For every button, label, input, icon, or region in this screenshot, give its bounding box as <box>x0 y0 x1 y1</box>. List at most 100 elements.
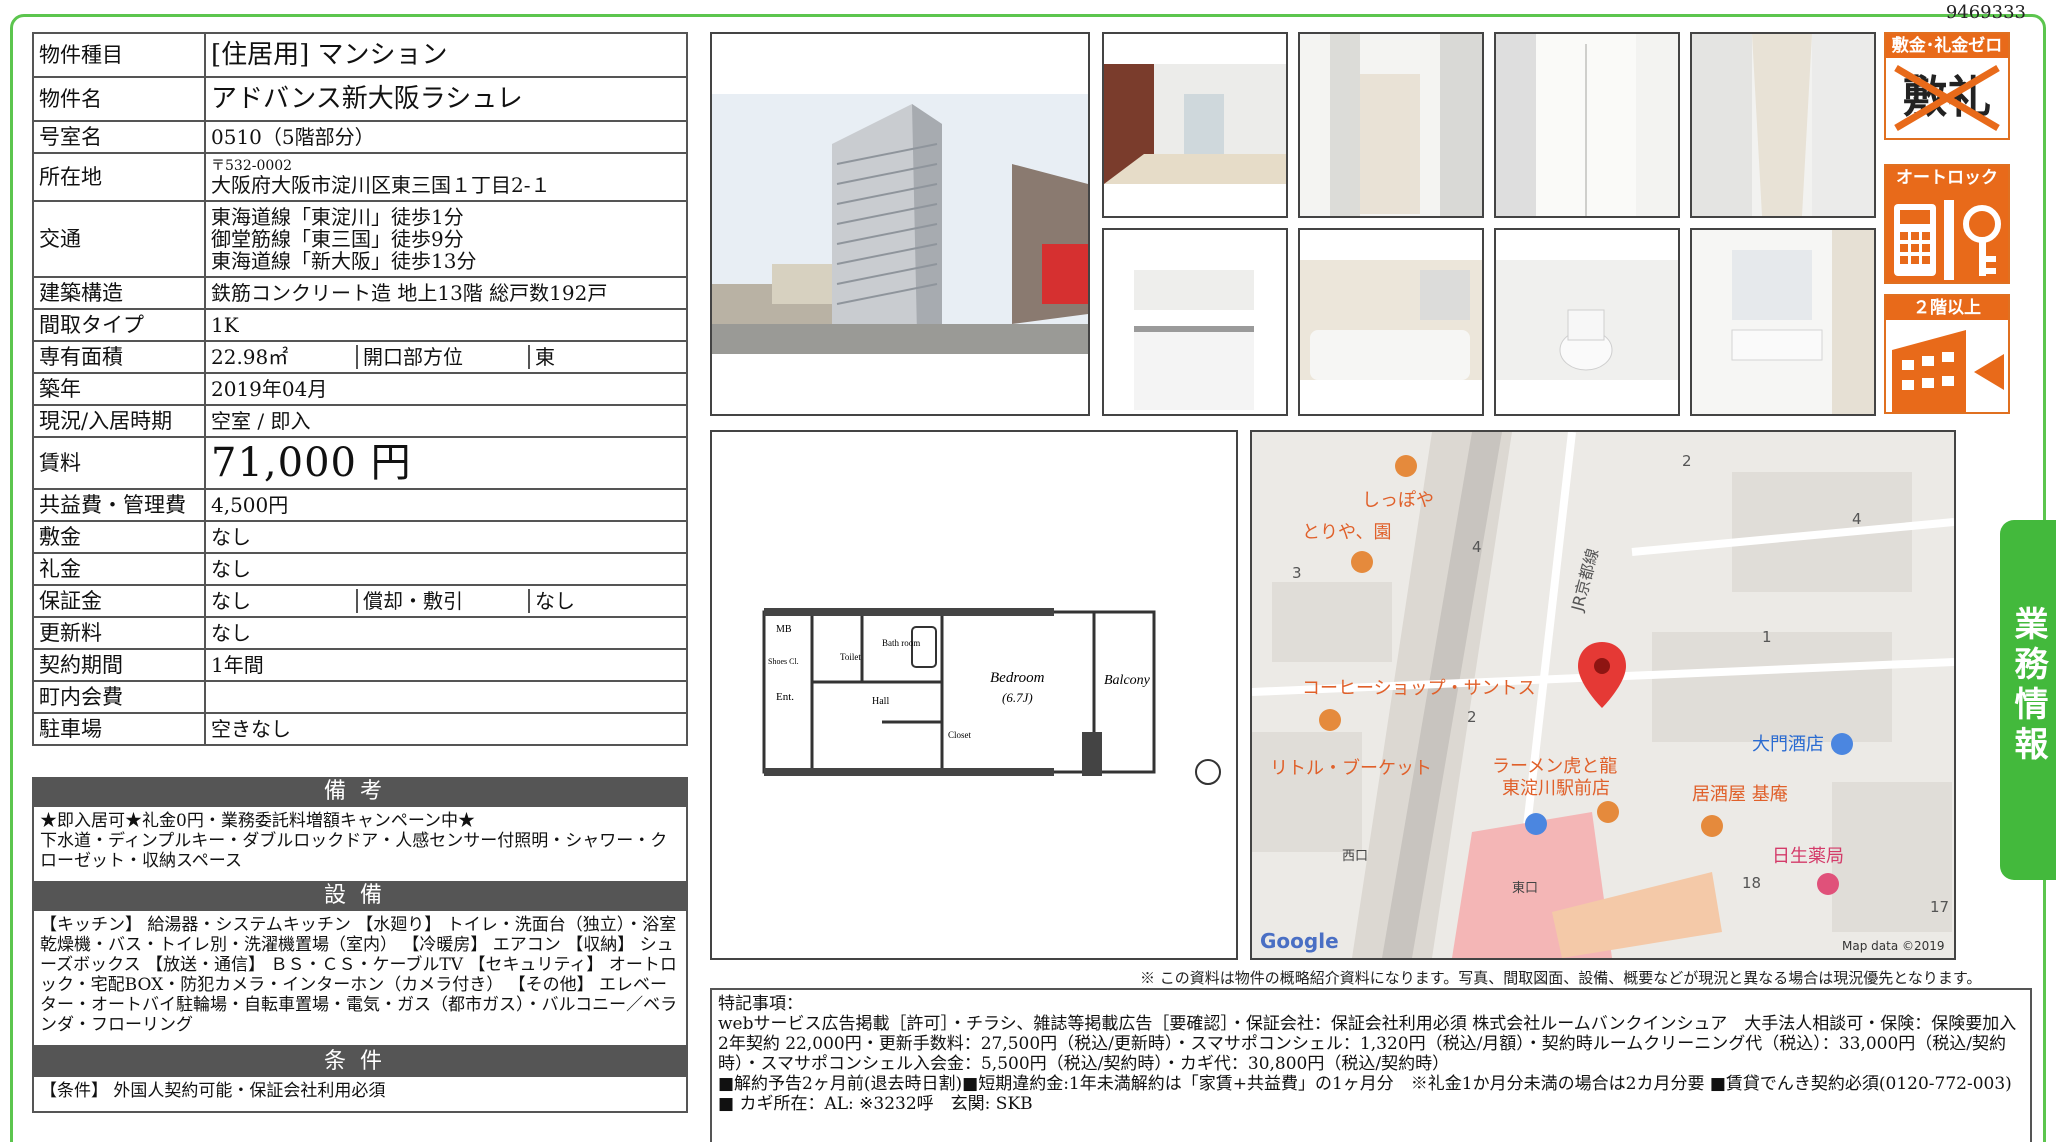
restaurant-icon <box>1597 801 1619 823</box>
room-photo-4 <box>1690 32 1876 218</box>
room-photo-2 <box>1298 32 1484 218</box>
value-access: 東海道線「東淀川」徒歩1分 御堂筋線「東三国」徒歩9分 東海道線「新大阪」徒歩1… <box>204 200 688 278</box>
badge-no-deposit-title: 敷金･礼金ゼロ <box>1886 34 2008 58</box>
building-image <box>712 34 1088 414</box>
bikou-text: ★即入居可★礼金0円・業務委託料増額キャンペーン中★ 下水道・ディンプルキー・ダ… <box>32 807 688 883</box>
value-address: 大阪府大阪市淀川区東三国１丁目2-１ <box>211 172 551 197</box>
value-town-fee <box>204 680 688 714</box>
restaurant-icon <box>1395 455 1417 477</box>
value-rent: 71,000 円 <box>204 436 688 490</box>
map-label-west: 西口 <box>1342 849 1368 864</box>
room-image <box>1300 230 1482 414</box>
label-name: 物件名 <box>32 76 206 122</box>
label-access: 交通 <box>32 200 206 278</box>
map-label-shippoya: しっぽや <box>1362 490 1434 511</box>
jouken-header: 条件 <box>32 1047 688 1077</box>
postal-code: 〒532-0002 <box>211 157 293 174</box>
label-layout: 間取タイプ <box>32 308 206 342</box>
business-info-tab[interactable]: 業務情報 <box>2000 520 2056 880</box>
label-built: 築年 <box>32 372 206 406</box>
value-type: [住居用] マンション <box>204 32 688 78</box>
value-deposit: なし <box>204 520 688 554</box>
special-remarks: 特記事項： webサービス広告掲載［許可］・チラシ、雑誌等掲載広告［要確認］・保… <box>710 988 2032 1142</box>
jouken-text: 【条件】 外国人契約可能・保証会社利用必須 <box>32 1077 688 1113</box>
business-info-tab-label: 業務情報 <box>2008 606 2048 766</box>
room-photo-3 <box>1494 32 1680 218</box>
label-address: 所在地 <box>32 152 206 202</box>
map-number: 18 <box>1742 874 1761 892</box>
parking-icon <box>1525 813 1547 835</box>
value-guarantee: なし <box>211 589 251 613</box>
label-direction: 開口部方位 <box>356 345 529 369</box>
remarks-line: ■解約予告2ヶ月前(退去時日割)■短期違約金:1年未満解約は「家賃+共益費」の1… <box>718 1074 2012 1094</box>
pharmacy-icon <box>1817 873 1839 895</box>
access-line: 御堂筋線「東三国」徒歩9分 <box>211 227 464 251</box>
label-key-money: 礼金 <box>32 552 206 586</box>
floor-plan-drawing: MB Shoes Cl. Toilet Bath room Ent. Hall … <box>712 432 1236 958</box>
label-town-fee: 町内会費 <box>32 680 206 714</box>
map-label-ramen: ラーメン虎と龍 <box>1492 756 1617 777</box>
map-number: 1 <box>1762 628 1772 646</box>
label-status: 現況/入居時期 <box>32 404 206 438</box>
label-area: 専有面積 <box>32 340 206 374</box>
map-drawing: しっぽや とりや、園 コーヒーショップ・サントス リトル・ブーケット ラーメン虎… <box>1252 432 1954 958</box>
room-image <box>1692 34 1874 216</box>
property-table: 物件種目 [住居用] マンション 物件名 アドバンス新大阪ラシュレ 号室名 0510（… <box>32 32 688 746</box>
remarks-line: webサービス広告掲載［許可］・チラシ、雑誌等掲載広告［要確認］・保証会社：保証… <box>718 1014 2017 1074</box>
map-label-little: リトル・ブーケット <box>1270 757 1432 779</box>
label-deposit: 敷金 <box>32 520 206 554</box>
label-type: 物件種目 <box>32 32 206 78</box>
value-room: 0510（5階部分） <box>204 120 688 154</box>
label-guarantee: 保証金 <box>32 584 206 618</box>
fp-hall: Hall <box>872 696 889 707</box>
label-fee: 共益費・管理費 <box>32 488 206 522</box>
room-image <box>1692 230 1874 414</box>
fp-ent: Ent. <box>776 691 794 703</box>
setsubi-text: 【キッチン】 給湯器・システムキッチン 【水廻り】 トイレ・洗面台（独立）・浴室… <box>32 911 688 1047</box>
badge-autolock: オートロック <box>1884 164 2010 284</box>
fp-mb: MB <box>776 624 792 635</box>
map-label-toriya: とりや、園 <box>1302 522 1391 543</box>
value-key-money: なし <box>204 552 688 586</box>
map-label-nissei: 日生薬局 <box>1772 846 1844 867</box>
badge-no-deposit: 敷金･礼金ゼロ 敷礼 <box>1884 32 2010 140</box>
building-floor-icon <box>1886 320 2008 412</box>
map-label-daimon: 大門酒店 <box>1752 734 1824 755</box>
map-number: 4 <box>1472 538 1482 556</box>
map-label-izakaya: 居酒屋 基庵 <box>1692 784 1788 805</box>
label-amortization: 償却・敷引 <box>356 589 529 613</box>
floor-plan: MB Shoes Cl. Toilet Bath room Ent. Hall … <box>710 430 1238 960</box>
room-image <box>1496 34 1678 216</box>
label-parking: 駐車場 <box>32 712 206 746</box>
room-image <box>1300 34 1482 216</box>
room-photo-7 <box>1494 228 1680 416</box>
cross-icon <box>1894 64 2000 132</box>
value-parking: 空きなし <box>204 712 688 746</box>
remarks-line: ■ カギ所在：AL: ※3232呼 玄関: SKB <box>718 1094 1033 1114</box>
fp-closet: Closet <box>948 730 972 740</box>
map-credit: Map data ©2019 <box>1842 939 1945 953</box>
access-line: 東海道線「東淀川」徒歩1分 <box>211 205 464 229</box>
label-rent: 賃料 <box>32 436 206 490</box>
access-line: 東海道線「新大阪」徒歩13分 <box>211 249 477 273</box>
room-image <box>1104 34 1286 216</box>
room-photo-1 <box>1102 32 1288 218</box>
room-image <box>1104 230 1286 414</box>
badge-autolock-title: オートロック <box>1886 166 2008 190</box>
map-label-east: 東口 <box>1512 880 1538 896</box>
document-id: 9469333 <box>1945 2 2026 23</box>
restaurant-icon <box>1351 551 1373 573</box>
fp-toilet: Toilet <box>840 652 861 662</box>
cafe-icon <box>1319 709 1341 731</box>
label-renewal: 更新料 <box>32 616 206 650</box>
value-period: 1年間 <box>204 648 688 682</box>
map-number: 4 <box>1852 510 1862 528</box>
value-status: 空室 / 即入 <box>204 404 688 438</box>
setsubi-header: 設備 <box>32 881 688 911</box>
room-image <box>1496 230 1678 414</box>
room-photo-8 <box>1690 228 1876 416</box>
building-photo <box>710 32 1090 416</box>
room-photo-6 <box>1298 228 1484 416</box>
value-renewal: なし <box>204 616 688 650</box>
map-number: 3 <box>1292 564 1302 582</box>
